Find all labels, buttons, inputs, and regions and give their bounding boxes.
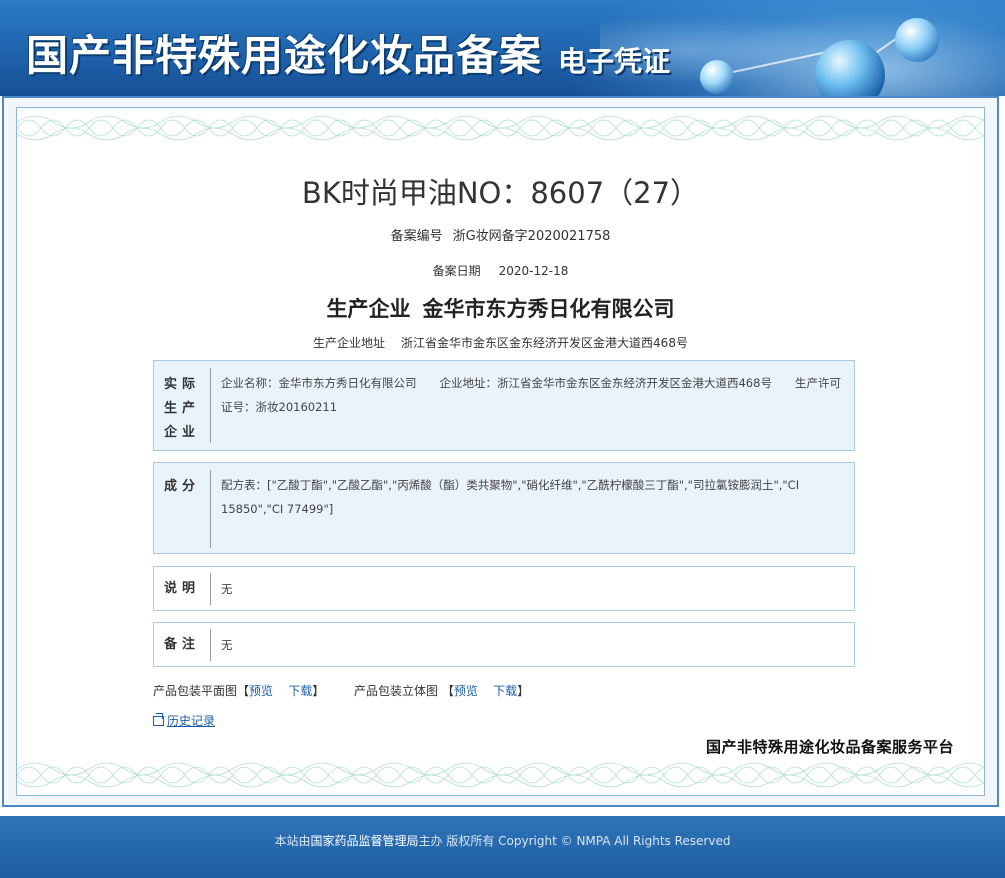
certificate-frame: BK时尚甲油NO：8607（27） 备案编号 浙G妆网备字2020021758 备… xyxy=(2,96,999,807)
description-label: 说明 xyxy=(163,581,200,596)
page-footer: 本站由国家药品监督管理局主办 版权所有 Copyright © NMPA All… xyxy=(0,816,1005,878)
section-divider xyxy=(210,629,211,661)
footer-organization: 国家药品监督管理局 xyxy=(310,834,419,848)
ingredients-section: 成分 配方表：["乙酸丁酯","乙酸乙酯","丙烯酸（酯）类共聚物","硝化纤维… xyxy=(153,462,855,554)
registration-date-label: 备案日期 xyxy=(432,264,481,278)
banner-sphere-graphic xyxy=(700,60,734,94)
certificate-panel: BK时尚甲油NO：8607（27） 备案编号 浙G妆网备字2020021758 备… xyxy=(16,107,985,796)
actual-manufacturer-section: 实际生产企业 企业名称：金华市东方秀日化有限公司 企业地址：浙江省金华市金东区金… xyxy=(153,360,855,451)
description-content: 无 xyxy=(221,582,233,596)
external-window-icon xyxy=(153,713,164,726)
footer-prefix: 本站由 xyxy=(274,834,311,848)
packaging-flat-preview-link[interactable]: 预览 xyxy=(249,684,273,698)
bracket-close: 】 xyxy=(517,684,530,698)
page-title: 国产非特殊用途化妆品备案 xyxy=(26,31,543,80)
section-divider xyxy=(210,470,211,548)
bracket-close: 】 xyxy=(312,684,325,698)
header-banner: 国产非特殊用途化妆品备案 电子凭证 xyxy=(0,0,1005,96)
bracket-open: 【 xyxy=(237,684,250,698)
history-records-label: 历史记录 xyxy=(167,714,216,728)
registration-number-value: 浙G妆网备字2020021758 xyxy=(452,229,611,244)
registration-number-row: 备案编号 浙G妆网备字2020021758 xyxy=(17,225,984,244)
packaging-links-row: 产品包装平面图【预览 下载】 产品包装立体图 【预览 下载】 xyxy=(153,682,529,699)
actual-manufacturer-label: 实际生产企业 xyxy=(163,377,200,440)
registration-number-label: 备案编号 xyxy=(390,229,443,244)
packaging-flat-label: 产品包装平面图 xyxy=(153,684,238,698)
banner-sphere-graphic xyxy=(895,18,939,62)
remarks-label: 备注 xyxy=(163,637,200,652)
history-records-link[interactable]: 历史记录 xyxy=(153,712,215,729)
page-subtitle: 电子凭证 xyxy=(558,45,671,78)
footer-suffix: 主办 版权所有 Copyright © NMPA All Rights Rese… xyxy=(418,834,731,848)
manufacturer-address-row: 生产企业地址 浙江省金华市金东区金东经济开发区金港大道西468号 xyxy=(17,334,984,351)
ingredients-content: 配方表：["乙酸丁酯","乙酸乙酯","丙烯酸（酯）类共聚物","硝化纤维","… xyxy=(221,478,800,516)
manufacturer-address-value: 浙江省金华市金东区金东经济开发区金港大道西468号 xyxy=(401,336,688,350)
manufacturer-row: 生产企业 金华市东方秀日化有限公司 xyxy=(17,293,984,323)
product-name: BK时尚甲油NO：8607（27） xyxy=(301,176,700,210)
platform-name: 国产非特殊用途化妆品备案服务平台 xyxy=(705,738,954,756)
ingredients-label: 成分 xyxy=(163,479,200,494)
packaging-solid-preview-link[interactable]: 预览 xyxy=(454,684,478,698)
actual-manufacturer-content: 企业名称：金华市东方秀日化有限公司 企业地址：浙江省金华市金东区金东经济开发区金… xyxy=(221,376,841,414)
manufacturer-value: 金华市东方秀日化有限公司 xyxy=(422,297,675,321)
packaging-solid-download-link[interactable]: 下载 xyxy=(493,684,517,698)
bracket-open: 【 xyxy=(441,684,454,698)
description-section: 说明 无 xyxy=(153,566,855,611)
registration-date-value: 2020-12-18 xyxy=(498,264,569,278)
registration-date-row: 备案日期 2020-12-18 xyxy=(17,262,984,279)
guilloche-border-top xyxy=(17,115,984,141)
manufacturer-address-label: 生产企业地址 xyxy=(313,336,386,350)
remarks-content: 无 xyxy=(221,638,233,652)
section-divider xyxy=(210,573,211,605)
packaging-flat-download-link[interactable]: 下载 xyxy=(288,684,312,698)
packaging-solid-label: 产品包装立体图 xyxy=(354,684,439,698)
guilloche-border-bottom xyxy=(17,762,984,788)
footer-copyright: 本站由国家药品监督管理局主办 版权所有 Copyright © NMPA All… xyxy=(0,832,1005,849)
manufacturer-label: 生产企业 xyxy=(326,297,411,321)
section-divider xyxy=(210,368,211,443)
remarks-section: 备注 无 xyxy=(153,622,855,667)
